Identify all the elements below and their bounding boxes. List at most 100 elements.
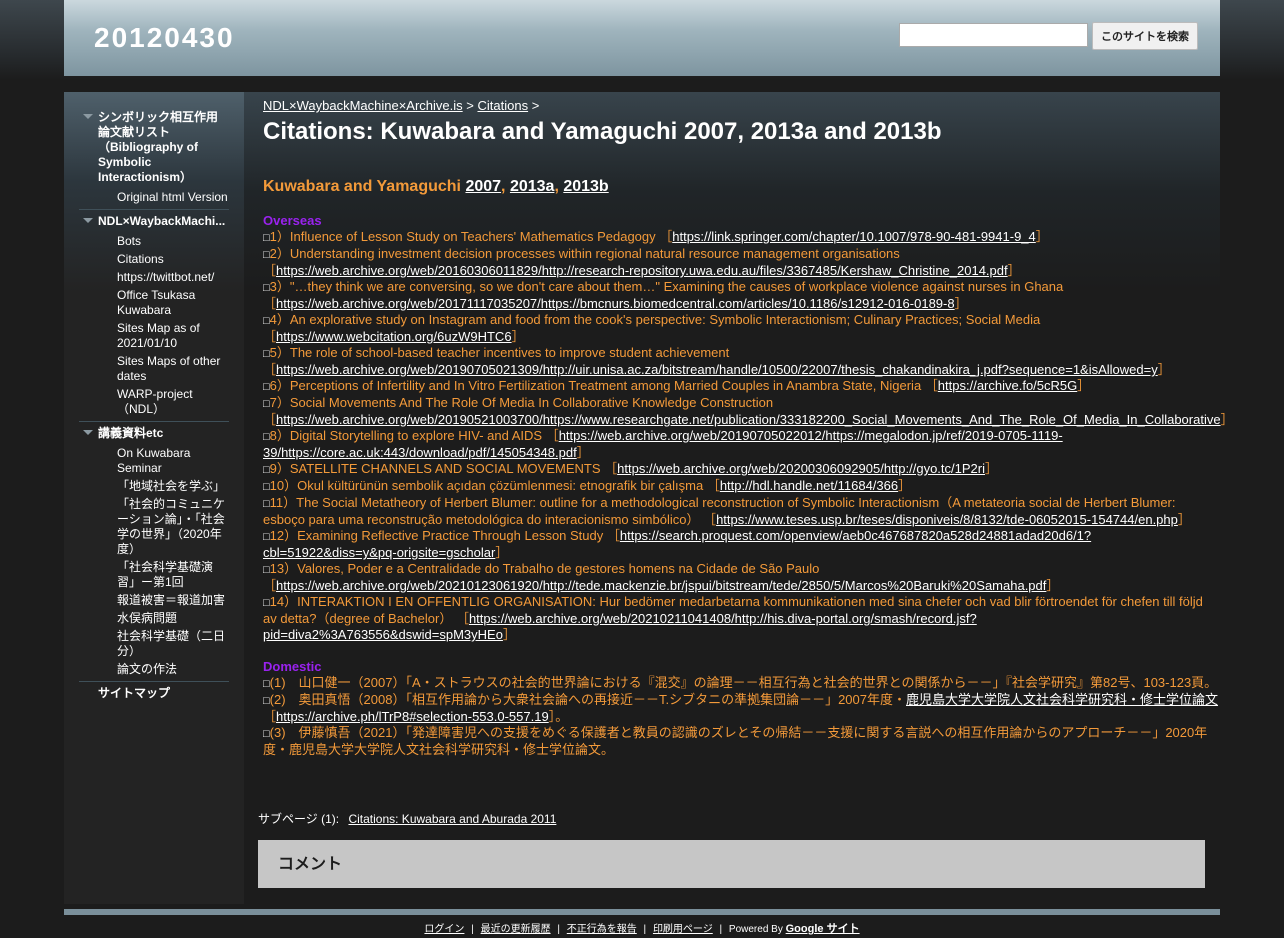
footer: ログイン | 最近の更新履歴 | 不正行為を報告 | 印刷用ページ | Powe… — [0, 920, 1284, 936]
sidebar-item[interactable]: WARP-project（NDL） — [117, 387, 229, 417]
expand-triangle-icon[interactable] — [83, 218, 93, 223]
citation-bracket: ］ — [1007, 263, 1021, 278]
checkbox-glyph: □ — [263, 678, 270, 690]
thesis-link[interactable]: 鹿児島大学大学院人文社会科学研究科・修士学位論文 — [906, 692, 1218, 707]
sidebar-item[interactable]: 報道被害＝報道加害 — [117, 593, 229, 608]
sidebar-section-label[interactable]: NDL×WaybackMachi... — [98, 214, 225, 228]
checkbox-glyph: □ — [263, 348, 270, 360]
footer-report-abuse-link[interactable]: 不正行為を報告 — [567, 924, 637, 935]
citation-bracket: ］ — [898, 478, 912, 493]
subtitle-link-2013a[interactable]: 2013a — [510, 178, 555, 195]
subpages: サブページ (1): Citations: Kuwabara and Abura… — [258, 810, 556, 827]
subtitle-link-2013b[interactable]: 2013b — [563, 178, 608, 195]
checkbox-glyph: □ — [263, 564, 270, 576]
citation-link[interactable]: https://www.webcitation.org/6uzW9HTC6 — [276, 329, 512, 344]
sidebar-item[interactable]: 「社会的コミュニケーション論」・「社会学の世界」（2020年度） — [117, 497, 229, 557]
sidebar-item[interactable]: 「社会科学基礎演習」ー第1回 — [117, 560, 229, 590]
subtitle-link-2007[interactable]: 2007 — [465, 178, 501, 195]
citation-bracket: ［ — [263, 709, 277, 724]
citation-text: (1) 山口健一（2007）「A・ストラウスの社会的世界論における『混交』の論理… — [269, 675, 1218, 690]
sidebar-item[interactable]: Bots — [117, 234, 229, 249]
citation-text: (2) 奥田真悟（2008）「相互作用論から大衆社会論への再接近－－T.シブタニ… — [269, 692, 906, 707]
citation-bracket: ］ — [1077, 378, 1091, 393]
breadcrumb-separator: > — [466, 98, 474, 113]
citation-entry: □(2) 奥田真悟（2008）「相互作用論から大衆社会論への再接近－－T.シブタ… — [263, 692, 1218, 725]
sidebar-section[interactable]: NDL×WaybackMachi... — [79, 214, 229, 231]
citation-entry: □3）"…they think we are conversing, so we… — [263, 279, 1218, 312]
citation-link[interactable]: https://web.archive.org/web/201603060118… — [276, 263, 1008, 278]
citation-link[interactable]: http://hdl.handle.net/11684/366 — [720, 478, 898, 493]
checkbox-glyph: □ — [263, 531, 270, 543]
citation-end: ］。 — [548, 709, 569, 724]
footer-recent-changes-link[interactable]: 最近の更新履歴 — [481, 924, 551, 935]
checkbox-glyph: □ — [263, 597, 270, 609]
citation-link[interactable]: https://web.archive.org/web/201711170352… — [276, 296, 955, 311]
citation-entry: □10）Okul kültürünün sembolik açıdan çözü… — [263, 478, 1218, 495]
sidebar-sublist: On Kuwabara Seminar 「地域社会を学ぶ」「社会的コミュニケーショ… — [79, 446, 229, 677]
citation-link[interactable]: https://www.teses.usp.br/teses/disponive… — [716, 512, 1178, 527]
domestic-list: □(1) 山口健一（2007）「A・ストラウスの社会的世界論における『混交』の論… — [263, 675, 1218, 758]
footer-separator: | — [719, 924, 723, 935]
checkbox-glyph: □ — [263, 232, 270, 244]
sidebar-item[interactable]: 「地域社会を学ぶ」 — [117, 479, 229, 494]
citation-link[interactable]: https://archive.fo/5cR5G — [938, 378, 1077, 393]
sidebar-item[interactable]: Sites Map as of 2021/01/10 — [117, 321, 229, 351]
site-header: 20120430 このサイトを検索 — [64, 0, 1220, 76]
footer-login-link[interactable]: ログイン — [424, 924, 464, 935]
sidebar-section-label[interactable]: 講義資料etc — [98, 426, 163, 440]
checkbox-glyph: □ — [263, 431, 270, 443]
breadcrumb-root-link[interactable]: NDL×WaybackMachine×Archive.is — [263, 98, 463, 113]
sidebar-item[interactable]: 水俣病問題 — [117, 611, 229, 626]
citation-link[interactable]: https://web.archive.org/web/202003060929… — [617, 461, 985, 476]
checkbox-glyph: □ — [263, 498, 270, 510]
citation-entry: □6）Perceptions of Infertility and In Vit… — [263, 378, 1218, 395]
sidebar-section-label[interactable]: サイトマップ — [98, 686, 170, 700]
nav-divider — [79, 209, 229, 210]
sidebar-section[interactable]: シンボリック相互作用論文献リスト（Bibliography of Symboli… — [79, 110, 229, 187]
citation-entry: □11）The Social Metatheory of Herbert Blu… — [263, 495, 1218, 528]
citation-link[interactable]: https://link.springer.com/chapter/10.100… — [672, 229, 1036, 244]
breadcrumb-separator: > — [531, 98, 540, 113]
citation-entry: □(1) 山口健一（2007）「A・ストラウスの社会的世界論における『混交』の論… — [263, 675, 1218, 692]
sidebar-item[interactable]: Sites Maps of other dates — [117, 354, 229, 384]
citation-text: 9）SATELLITE CHANNELS AND SOCIAL MOVEMENT… — [269, 461, 618, 476]
citation-link[interactable]: https://archive.ph/lTrP8#selection-553.0… — [276, 709, 549, 724]
search-input[interactable] — [899, 23, 1088, 47]
checkbox-glyph: □ — [263, 315, 270, 327]
citation-link[interactable]: https://web.archive.org/web/202101230619… — [276, 578, 1046, 593]
expand-triangle-icon[interactable] — [83, 430, 93, 435]
citation-link[interactable]: https://web.archive.org/web/201907050213… — [276, 362, 1158, 377]
sidebar-section[interactable]: 講義資料etc — [79, 426, 229, 443]
citation-bracket: ］ — [1220, 412, 1234, 427]
sidebar-item[interactable]: 社会科学基礎（二日分） — [117, 629, 229, 659]
checkbox-glyph: □ — [263, 249, 270, 261]
breadcrumb-parent-link[interactable]: Citations — [478, 98, 529, 113]
sidebar-section[interactable]: サイトマップ — [79, 686, 229, 703]
comments-title: コメント — [278, 856, 343, 873]
sidebar-item[interactable]: https://twittbot.net/ — [117, 270, 229, 285]
citation-link[interactable]: https://web.archive.org/web/201905210037… — [276, 412, 1221, 427]
sidebar-item[interactable]: Citations — [117, 252, 229, 267]
checkbox-glyph: □ — [263, 282, 270, 294]
expand-triangle-icon[interactable] — [83, 114, 93, 119]
sidebar-item[interactable]: Original html Version — [117, 190, 229, 205]
citation-text: 8）Digital Storytelling to explore HIV- a… — [269, 428, 559, 443]
search-button[interactable]: このサイトを検索 — [1092, 22, 1198, 50]
checkbox-glyph: □ — [263, 728, 270, 740]
site-title[interactable]: 20120430 — [94, 22, 235, 54]
citation-bracket: ］ — [502, 627, 516, 642]
sidebar-item[interactable]: 論文の作法 — [117, 662, 229, 677]
citation-entry: □13）Valores, Poder e a Centralidade do T… — [263, 561, 1218, 594]
citation-entry: □(3) 伊藤慎吾（2021）「発達障害児への支援をめぐる保護者と教員の認識のズ… — [263, 725, 1218, 758]
footer-separator: | — [643, 924, 647, 935]
sidebar-sublist: Bots Citations https://twittbot.net/Office… — [79, 234, 229, 417]
citation-entry: □8）Digital Storytelling to explore HIV- … — [263, 428, 1218, 461]
subpage-link[interactable]: Citations: Kuwabara and Aburada 2011 — [348, 812, 556, 826]
footer-google-sites-link[interactable]: Google サイト — [786, 923, 860, 935]
subtitle-text: Kuwabara and Yamaguchi — [263, 178, 461, 195]
footer-print-link[interactable]: 印刷用ページ — [653, 924, 713, 935]
sidebar-section-label[interactable]: シンボリック相互作用論文献リスト（Bibliography of Symboli… — [98, 110, 218, 184]
citation-text: 6）Perceptions of Infertility and In Vitr… — [269, 378, 938, 393]
sidebar-item[interactable]: Office Tsukasa Kuwabara — [117, 288, 229, 318]
sidebar-item[interactable]: On Kuwabara Seminar — [117, 446, 229, 476]
